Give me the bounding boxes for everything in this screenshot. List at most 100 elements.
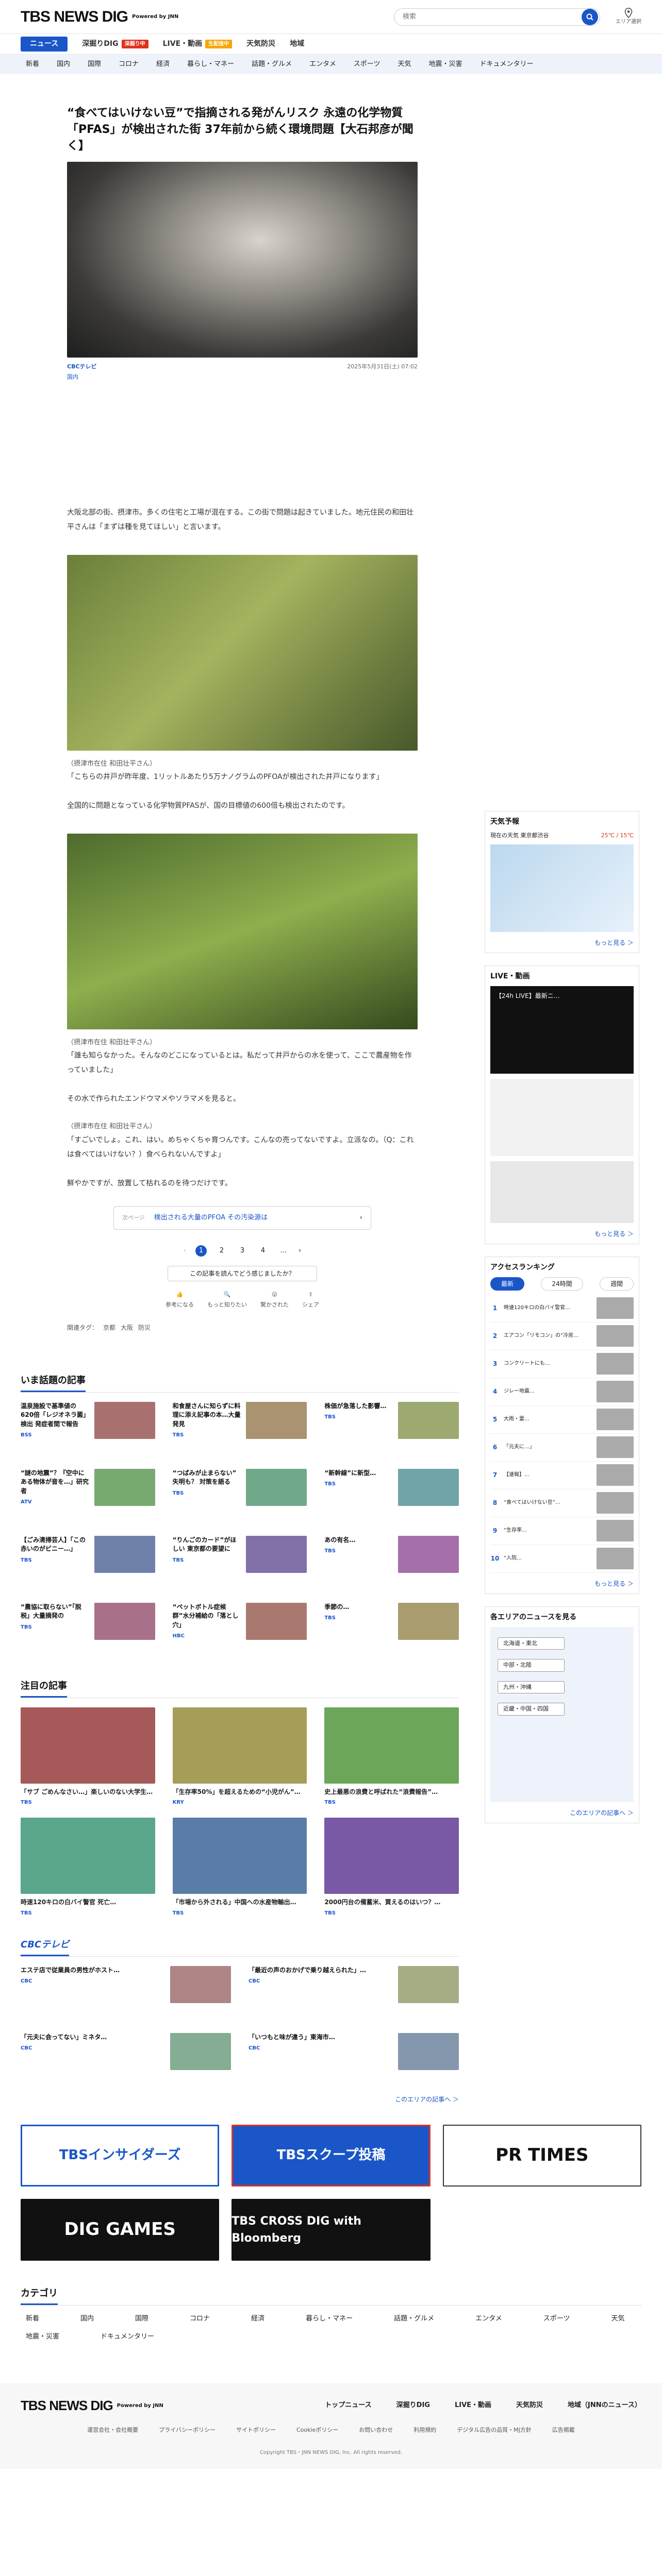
popular-item[interactable]: あの有名… TBS [324,1535,459,1591]
footer-category-link[interactable]: 話題・グルメ [394,2314,434,2324]
reaction-helpful[interactable]: 👍 参考になる [166,1291,194,1310]
banner-dig-games[interactable]: DIG GAMES [21,2198,220,2261]
featured-item[interactable]: 時速120キロの白バイ警官 死亡… TBS [21,1818,155,1917]
category-link[interactable]: スポーツ [354,59,380,70]
featured-item[interactable]: 「サブ ごめんなさい…」楽しいのない大学生… TBS [21,1707,155,1806]
category-link[interactable]: 暮らし・マネー [187,59,234,70]
category-link[interactable]: 地震・災害 [429,59,462,70]
footer-sub-link[interactable]: お問い合わせ [359,2426,393,2435]
popular-item[interactable]: “りんごのカード”がほしい 東京都の要望に TBS [173,1535,307,1591]
chevron-right-icon[interactable]: › [299,1246,301,1256]
ranking-tab[interactable]: 最新 [490,1277,525,1291]
area-select-button[interactable]: エリア選択 [616,8,641,26]
site-logo[interactable]: TBS NEWS DIG Powered by JNN [21,5,178,28]
footer-category-link[interactable]: 暮らし・マネー [306,2314,353,2324]
featured-item[interactable]: 史上最悪の浪費と呼ばれた“浪費報告”… TBS [324,1707,459,1806]
live-video-player[interactable]: 【24h LIVE】最新ニ… [490,986,634,1074]
popular-item[interactable]: “謎の地震”？『空中にある物体が音を…」研究者 ATV [21,1468,155,1524]
ranking-item[interactable]: 9 “生存率… [490,1517,634,1545]
tab-region[interactable]: 地域 [290,39,304,49]
ranking-item[interactable]: 4 ジレー地震… [490,1378,634,1406]
category-link[interactable]: 国際 [88,59,101,70]
reaction-surprised[interactable]: 😮 驚かされた [260,1291,289,1310]
cbc-item[interactable]: 「最近の声のおかげで乗り越えられた」… CBC [249,1965,459,2022]
popular-item[interactable]: “新幹線”に新型… TBS [324,1468,459,1524]
featured-item[interactable]: 2000円台の備蓄米、買えるのはいつ？… TBS [324,1818,459,1917]
footer-link[interactable]: 天気防災 [516,2400,543,2411]
footer-sub-link[interactable]: 運営会社・会社概要 [87,2426,138,2435]
category-link[interactable]: 国内 [57,59,70,70]
next-page-link[interactable]: 次ページ 検出される大量のPFOA その汚染源は › [113,1206,371,1230]
more-area-link[interactable]: このエリアの記事へ ＞ [21,2095,459,2104]
footer-logo[interactable]: TBS NEWS DIG Powered by JNN [21,2396,163,2416]
footer-category-link[interactable]: 国際 [135,2314,148,2324]
footer-sub-link[interactable]: 広告掲載 [552,2426,575,2435]
popular-item[interactable]: “つばみが止まらない” 失明も？ 対策を語る TBS [173,1468,307,1524]
footer-category-link[interactable]: 経済 [251,2314,264,2324]
banner-tbs-insiders[interactable]: TBSインサイダーズ [21,2124,220,2187]
category-link[interactable]: 天気 [398,59,411,70]
search-input[interactable] [394,8,600,26]
footer-category-link[interactable]: エンタメ [475,2314,502,2324]
footer-sub-link[interactable]: サイトポリシー [236,2426,276,2435]
banner-tbs-scoop[interactable]: TBSスクープ投稿 [231,2124,431,2187]
area-button[interactable]: 近畿・中国・四国 [498,1703,565,1716]
live-more-link[interactable]: もっと見る ＞ [490,1229,634,1239]
footer-sub-link[interactable]: デジタル広告の品質・MJ方針 [457,2426,532,2435]
tab-weather[interactable]: 天気防災 [246,39,275,49]
page-number[interactable]: 3 [237,1245,248,1257]
ranking-item[interactable]: 1 時速120キロの白バイ警官… [490,1295,634,1323]
ranking-item[interactable]: 8 “食べてはいけない豆”… [490,1489,634,1517]
ranking-tab[interactable]: 24時間 [541,1277,583,1291]
weather-map[interactable] [490,844,634,932]
article-publisher[interactable]: CBCテレビ [67,363,97,371]
popular-item[interactable]: 季節の… TBS [324,1602,459,1658]
footer-category-link[interactable]: スポーツ [543,2314,570,2324]
banner-cross-dig[interactable]: TBS CROSS DIG with Bloomberg [231,2198,431,2261]
cbc-item[interactable]: 「いつもと味が違う」東海市… CBC [249,2032,459,2089]
footer-link[interactable]: トップニュース [325,2400,371,2411]
category-link[interactable]: 話題・グルメ [252,59,292,70]
weather-more-link[interactable]: もっと見る ＞ [490,938,634,947]
footer-category-link[interactable]: コロナ [190,2314,210,2324]
tab-live[interactable]: LIVE・動画 生配信中 [163,39,233,49]
reaction-more[interactable]: 🔍 もっと知りたい [207,1291,247,1310]
popular-item[interactable]: “ペットボトル症候群”水分補給の「落とし穴」 HBC [173,1602,307,1658]
ranking-tab[interactable]: 週間 [599,1277,634,1291]
category-link[interactable]: 経済 [156,59,170,70]
popular-item[interactable]: “農協に取らない”「脱税」大量摘発の TBS [21,1602,155,1658]
tab-news[interactable]: ニュース [21,37,68,52]
ranking-more-link[interactable]: もっと見る ＞ [490,1579,634,1588]
page-number[interactable]: 2 [216,1245,227,1257]
ranking-item[interactable]: 3 コンクリートにも… [490,1350,634,1378]
tag-link[interactable]: 防災 [138,1323,151,1332]
page-number[interactable]: 4 [257,1245,269,1257]
search-button[interactable] [582,8,598,25]
footer-sub-link[interactable]: プライバシーポリシー [159,2426,216,2435]
footer-category-link[interactable]: 国内 [80,2314,94,2324]
ranking-item[interactable]: 6 「元夫に…」 [490,1434,634,1462]
area-button[interactable]: 九州・沖縄 [498,1681,565,1693]
popular-item[interactable]: 温泉施設で基準値の620倍「レジオネラ菌」検出 発症者間で報告 BSS [21,1401,155,1458]
footer-category-link[interactable]: ドキュメンタリー [101,2332,154,2342]
category-link[interactable]: ドキュメンタリー [480,59,534,70]
footer-link[interactable]: 深掘りDIG [396,2400,430,2411]
ranking-item[interactable]: 7 【速報】… [490,1462,634,1489]
footer-category-link[interactable]: 地震・災害 [26,2332,59,2342]
featured-item[interactable]: 「生存率50%」を超えるための“小児がん”… KRY [172,1707,307,1806]
article-genre[interactable]: 国内 [67,373,418,382]
category-link[interactable]: 新着 [26,59,39,70]
popular-item[interactable]: 株価が急落した影響… TBS [324,1401,459,1458]
reaction-share[interactable]: ⇪ シェア [302,1291,319,1310]
cbc-item[interactable]: 「元夫に会ってない」ミネタ… CBC [21,2032,231,2089]
banner-pr-times[interactable]: PR TIMES [442,2124,641,2187]
footer-link[interactable]: 地域（JNNのニュース） [568,2400,641,2411]
featured-item[interactable]: 「市場から外される」中国への水産物輸出… TBS [172,1818,307,1917]
tag-link[interactable]: 京都 [103,1323,115,1332]
area-button[interactable]: 中部・北陸 [498,1659,565,1672]
area-more-link[interactable]: このエリアの記事へ ＞ [490,1808,634,1818]
ranking-item[interactable]: 2 エアコン「リモコン」の“冷房… [490,1323,634,1350]
page-number[interactable]: 1 [195,1245,207,1257]
area-button[interactable]: 北海道・東北 [498,1637,565,1650]
popular-item[interactable]: 【ごみ清掃芸人】「この赤いのがビニー…」 TBS [21,1535,155,1591]
